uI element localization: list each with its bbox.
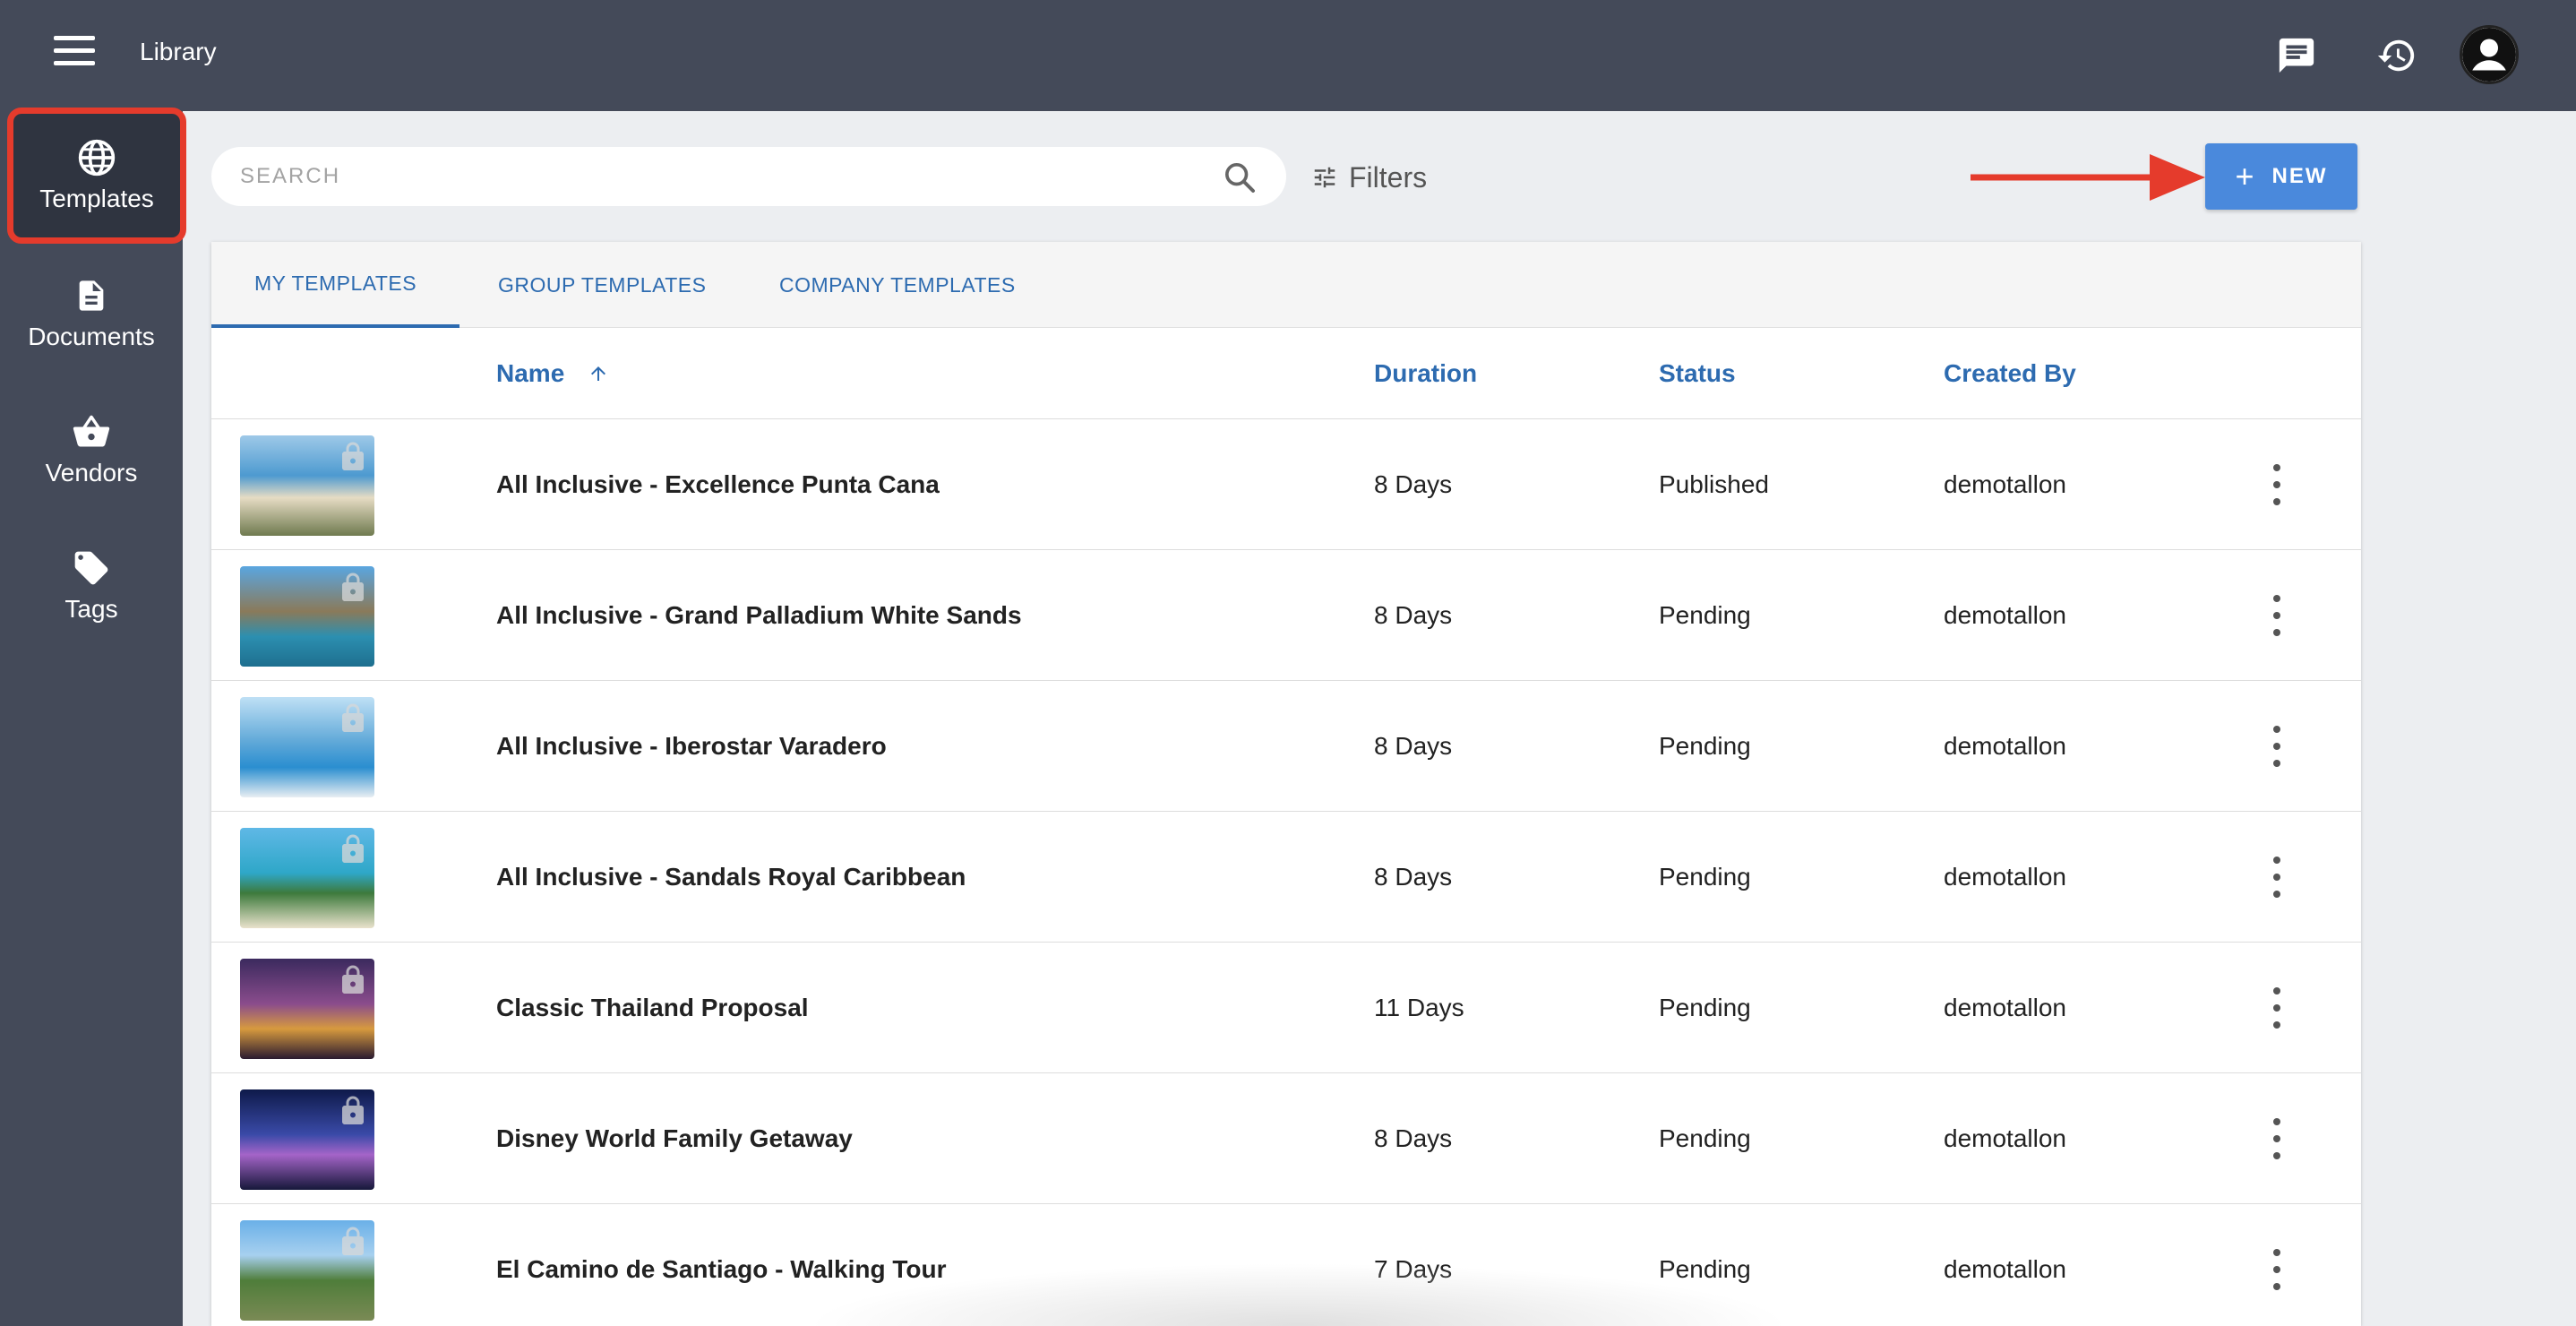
template-status: Pending — [1659, 1124, 1751, 1152]
table-row[interactable]: Disney World Family Getaway 8 Days Pendi… — [211, 1073, 2361, 1204]
template-status: Published — [1659, 470, 1769, 498]
template-duration: 8 Days — [1374, 1124, 1453, 1152]
template-status: Pending — [1659, 732, 1751, 760]
more-options-icon[interactable] — [2261, 987, 2293, 1029]
sidebar-item-label: Tags — [64, 595, 118, 623]
table-row[interactable]: All Inclusive - Grand Palladium White Sa… — [211, 550, 2361, 681]
template-name[interactable]: All Inclusive - Excellence Punta Cana — [496, 419, 940, 550]
top-bar: Library — [0, 0, 2576, 111]
sliders-icon — [1311, 164, 1338, 191]
lock-icon — [342, 965, 364, 994]
more-options-icon[interactable] — [2261, 1118, 2293, 1159]
template-thumbnail — [240, 566, 374, 667]
template-name[interactable]: Disney World Family Getaway — [496, 1073, 853, 1204]
template-created-by: demotallon — [1944, 994, 2066, 1021]
template-status: Pending — [1659, 601, 1751, 629]
globe-icon — [77, 138, 116, 177]
sidebar-item-label: Documents — [28, 323, 155, 350]
filters-label: Filters — [1349, 160, 1428, 194]
column-header-created-by[interactable]: Created By — [1944, 328, 2076, 419]
new-button[interactable]: + NEW — [2205, 143, 2357, 210]
search-bar — [211, 147, 1286, 206]
sidebar-item-vendors[interactable]: Vendors — [0, 387, 183, 512]
template-duration: 8 Days — [1374, 601, 1453, 629]
template-status: Pending — [1659, 863, 1751, 891]
sidebar: Templates Documents Vendors Tags — [0, 108, 186, 1326]
more-options-icon[interactable] — [2261, 857, 2293, 898]
template-created-by: demotallon — [1944, 470, 2066, 498]
template-thumbnail — [240, 1220, 374, 1321]
sort-ascending-icon — [591, 366, 606, 381]
template-thumbnail — [240, 1089, 374, 1190]
more-options-icon[interactable] — [2261, 726, 2293, 767]
sidebar-item-tags[interactable]: Tags — [0, 523, 183, 649]
template-created-by: demotallon — [1944, 1255, 2066, 1283]
new-button-label: NEW — [2271, 164, 2328, 188]
tab-company-templates[interactable]: COMPANY TEMPLATES — [779, 242, 1016, 328]
history-icon[interactable] — [2372, 30, 2422, 81]
more-options-icon[interactable] — [2261, 1249, 2293, 1290]
tab-group-templates[interactable]: GROUP TEMPLATES — [498, 242, 706, 328]
lock-icon — [342, 703, 364, 732]
tag-icon — [72, 548, 111, 588]
lock-icon — [342, 1096, 364, 1124]
avatar[interactable] — [2460, 25, 2519, 84]
menu-icon[interactable] — [54, 36, 95, 72]
sidebar-item-documents[interactable]: Documents — [0, 251, 183, 376]
sidebar-item-templates[interactable]: Templates — [7, 108, 186, 244]
template-duration: 11 Days — [1374, 994, 1464, 1021]
lock-icon — [342, 442, 364, 470]
page-title: Library — [140, 38, 217, 65]
tab-bar: MY TEMPLATES GROUP TEMPLATES COMPANY TEM… — [211, 242, 2361, 328]
more-options-icon[interactable] — [2261, 595, 2293, 636]
avatar-icon — [2462, 28, 2516, 82]
template-created-by: demotallon — [1944, 1124, 2066, 1152]
chat-icon[interactable] — [2271, 30, 2322, 81]
template-thumbnail — [240, 828, 374, 928]
basket-icon — [72, 412, 111, 452]
template-name[interactable]: Classic Thailand Proposal — [496, 943, 809, 1073]
template-status: Pending — [1659, 994, 1751, 1021]
template-name[interactable]: El Camino de Santiago - Walking Tour — [496, 1204, 946, 1326]
sidebar-item-label: Vendors — [45, 459, 138, 486]
table-header: Name Duration Status Created By — [211, 328, 2361, 419]
red-arrow-icon — [1971, 154, 2205, 201]
template-thumbnail — [240, 959, 374, 1059]
document-icon — [72, 276, 111, 315]
search-icon[interactable] — [1222, 159, 1258, 195]
template-duration: 8 Days — [1374, 470, 1453, 498]
sidebar-item-label: Templates — [39, 185, 154, 212]
template-created-by: demotallon — [1944, 732, 2066, 760]
column-header-status[interactable]: Status — [1659, 328, 1736, 419]
filters-button[interactable]: Filters — [1311, 158, 1427, 197]
template-name[interactable]: All Inclusive - Grand Palladium White Sa… — [496, 550, 1022, 681]
templates-card: MY TEMPLATES GROUP TEMPLATES COMPANY TEM… — [211, 242, 2361, 1326]
search-input[interactable] — [240, 147, 1189, 206]
template-duration: 8 Days — [1374, 863, 1453, 891]
template-thumbnail — [240, 435, 374, 536]
table-row[interactable]: All Inclusive - Sandals Royal Caribbean … — [211, 812, 2361, 943]
template-status: Pending — [1659, 1255, 1751, 1283]
table-row[interactable]: All Inclusive - Iberostar Varadero 8 Day… — [211, 681, 2361, 812]
tab-my-templates[interactable]: MY TEMPLATES — [211, 242, 460, 328]
lock-icon — [342, 573, 364, 601]
plus-icon: + — [2235, 158, 2256, 194]
lock-icon — [342, 1227, 364, 1255]
column-header-name[interactable]: Name — [496, 328, 609, 419]
template-name[interactable]: All Inclusive - Iberostar Varadero — [496, 681, 887, 812]
template-duration: 7 Days — [1374, 1255, 1453, 1283]
template-duration: 8 Days — [1374, 732, 1453, 760]
template-created-by: demotallon — [1944, 601, 2066, 629]
table-row[interactable]: El Camino de Santiago - Walking Tour 7 D… — [211, 1204, 2361, 1326]
table-row[interactable]: Classic Thailand Proposal 11 Days Pendin… — [211, 943, 2361, 1073]
template-name[interactable]: All Inclusive - Sandals Royal Caribbean — [496, 812, 966, 943]
more-options-icon[interactable] — [2261, 464, 2293, 505]
lock-icon — [342, 834, 364, 863]
table-row[interactable]: All Inclusive - Excellence Punta Cana 8 … — [211, 419, 2361, 550]
template-thumbnail — [240, 697, 374, 797]
template-created-by: demotallon — [1944, 863, 2066, 891]
column-header-duration[interactable]: Duration — [1374, 328, 1477, 419]
